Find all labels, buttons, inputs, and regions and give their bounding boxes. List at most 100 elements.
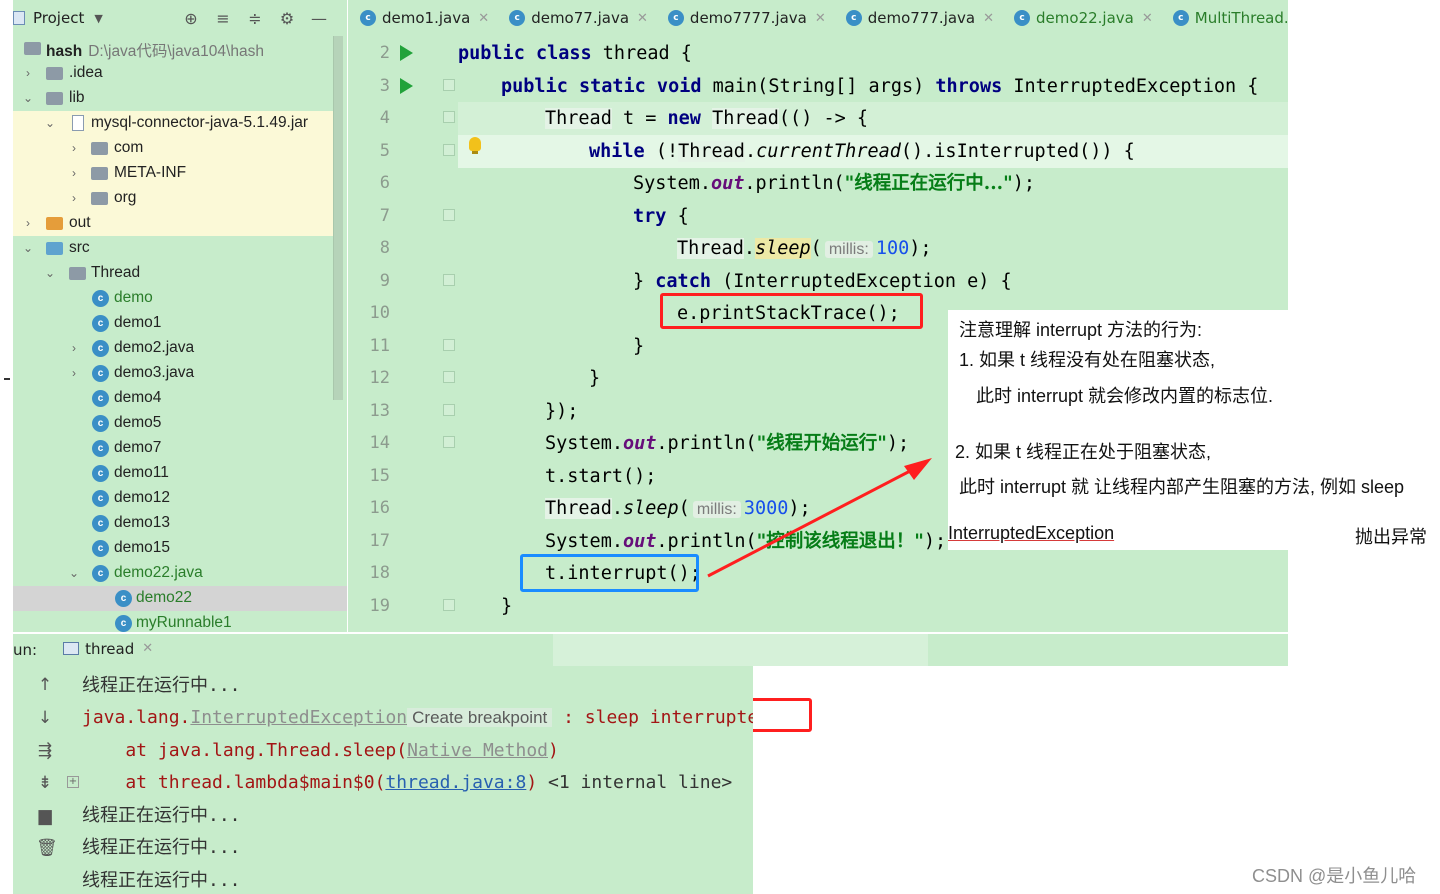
tree-item-demo5[interactable]: c demo5 — [13, 411, 333, 436]
tree-item-hash[interactable]: hash D:\java代码\java104\hash — [13, 36, 333, 61]
chevron-right-icon[interactable]: › — [68, 341, 80, 355]
class-icon: c — [92, 490, 109, 507]
fold-icon[interactable] — [443, 599, 455, 611]
chevron-right-icon[interactable]: › — [68, 191, 80, 205]
fold-icon[interactable] — [443, 209, 455, 221]
tree-item-demo13[interactable]: c demo13 — [13, 511, 333, 536]
fold-icon[interactable] — [443, 111, 455, 123]
tab-demo7777[interactable]: c demo7777.java ✕ — [656, 0, 834, 36]
tree-item-thread[interactable]: ⌄ Thread — [13, 261, 333, 286]
run-label: un: — [13, 641, 38, 659]
expand-all-icon[interactable]: ≡ — [213, 8, 233, 28]
trash-icon[interactable]: 🗑 — [36, 839, 58, 857]
console-icon — [63, 642, 80, 655]
lightbulb-icon[interactable] — [469, 137, 481, 154]
source-link[interactable]: thread.java:8 — [385, 772, 526, 793]
tree-item-demo15[interactable]: c demo15 — [13, 536, 333, 561]
native-method-link[interactable]: Native Method — [407, 740, 548, 761]
tab-label: demo77.java — [531, 9, 630, 27]
project-scrollbar[interactable] — [333, 36, 343, 400]
chevron-right-icon[interactable]: › — [68, 366, 80, 380]
tree-item-demo3[interactable]: › c demo3.java — [13, 361, 333, 386]
gear-icon[interactable]: ⚙ — [277, 8, 297, 28]
tree-item-demo22[interactable]: c demo22 — [13, 586, 347, 611]
arrow-up-icon[interactable]: ↑ — [36, 676, 54, 694]
module-folder-icon — [24, 42, 41, 55]
fold-icon[interactable] — [443, 404, 455, 416]
tab-demo1[interactable]: c demo1.java ✕ — [348, 0, 497, 36]
tree-item-demo22-java[interactable]: ⌄ c demo22.java — [13, 561, 333, 586]
fold-icon[interactable] — [443, 371, 455, 383]
line-number: 14 — [369, 433, 390, 453]
arrow-down-icon[interactable]: ↓ — [36, 709, 54, 727]
tree-item-idea[interactable]: › .idea — [13, 61, 333, 86]
fold-icon[interactable] — [443, 436, 455, 448]
fold-icon[interactable] — [443, 274, 455, 286]
chevron-right-icon[interactable]: › — [68, 166, 80, 180]
tree-item-lib[interactable]: ⌄ lib — [13, 86, 333, 111]
fold-icon[interactable] — [443, 144, 455, 156]
line-number: 17 — [369, 531, 390, 551]
expand-icon[interactable]: + — [67, 776, 79, 788]
chevron-down-icon[interactable]: ⌄ — [44, 116, 56, 130]
code-line-11: } — [633, 336, 645, 357]
close-icon[interactable]: ✕ — [478, 11, 489, 26]
console-output[interactable]: 线程正在运行中... java.lang.InterruptedExceptio… — [63, 666, 753, 894]
close-icon[interactable]: ✕ — [815, 11, 826, 26]
project-window-icon — [13, 11, 25, 25]
print-icon[interactable]: ▆ — [36, 807, 54, 825]
tree-item-org[interactable]: › org — [13, 186, 333, 211]
code-line-19: } — [501, 596, 513, 617]
tab-multithread[interactable]: c MultiThread.ja — [1161, 0, 1288, 36]
package-icon — [69, 267, 86, 280]
close-icon[interactable]: ✕ — [983, 11, 994, 26]
chevron-right-icon[interactable]: › — [68, 141, 80, 155]
line-number: 3 — [379, 76, 390, 96]
tab-demo777[interactable]: c demo777.java ✕ — [834, 0, 1002, 36]
tab-demo22[interactable]: c demo22.java ✕ — [1002, 0, 1161, 36]
run-icon[interactable] — [400, 45, 413, 61]
tree-item-jar[interactable]: ⌄ mysql-connector-java-5.1.49.jar — [13, 111, 333, 136]
collapse-all-icon[interactable]: ≑ — [245, 8, 265, 28]
tree-item-demo[interactable]: c demo — [13, 286, 333, 311]
tree-item-demo7[interactable]: c demo7 — [13, 436, 333, 461]
chevron-down-icon[interactable]: ⌄ — [44, 266, 56, 280]
tree-item-meta-inf[interactable]: › META-INF — [13, 161, 333, 186]
line-number: 5 — [379, 141, 390, 161]
fold-icon[interactable] — [443, 79, 455, 91]
tree-item-src[interactable]: ⌄ src — [13, 236, 333, 261]
locate-icon[interactable]: ⊕ — [181, 8, 201, 28]
run-toolwindow-header: un: thread ✕ — [13, 634, 1288, 666]
chevron-down-icon[interactable]: ⌄ — [22, 241, 34, 255]
tree-item-out[interactable]: › out — [13, 211, 333, 236]
create-breakpoint-link[interactable]: Create breakpoint — [407, 708, 553, 727]
close-icon[interactable]: ✕ — [142, 641, 153, 656]
tree-item-demo1[interactable]: c demo1 — [13, 311, 333, 336]
tree-item-demo2[interactable]: › c demo2.java — [13, 336, 333, 361]
tree-item-com[interactable]: › com — [13, 136, 333, 161]
tree-item-myrunnable1[interactable]: c myRunnable1 — [13, 611, 333, 632]
exception-link[interactable]: InterruptedException — [190, 707, 407, 728]
run-icon[interactable] — [400, 78, 413, 94]
scroll-to-end-icon[interactable]: ⇟ — [36, 774, 54, 792]
tab-demo77[interactable]: c demo77.java ✕ — [497, 0, 656, 36]
line-number: 19 — [369, 596, 390, 616]
chevron-down-icon[interactable]: ⌄ — [68, 566, 80, 580]
fold-icon[interactable] — [443, 339, 455, 351]
tree-item-demo12[interactable]: c demo12 — [13, 486, 333, 511]
chevron-right-icon[interactable]: › — [22, 66, 34, 80]
console-line-stack: at java.lang.Thread.sleep(Native Method) — [82, 740, 559, 761]
chevron-right-icon[interactable]: › — [22, 216, 34, 230]
project-title[interactable]: Project — [33, 9, 84, 27]
internal-lines-fold[interactable]: <1 internal line> — [537, 772, 732, 793]
chevron-down-icon[interactable]: ▼ — [94, 12, 102, 25]
close-icon[interactable]: ✕ — [1142, 11, 1153, 26]
console-line: 线程正在运行中... — [82, 870, 241, 891]
close-icon[interactable]: ✕ — [637, 11, 648, 26]
chevron-down-icon[interactable]: ⌄ — [22, 91, 34, 105]
soft-wrap-icon[interactable]: ⇶ — [36, 742, 54, 760]
run-tab-thread[interactable]: thread ✕ — [59, 634, 166, 666]
tree-item-demo4[interactable]: c demo4 — [13, 386, 333, 411]
tree-item-demo11[interactable]: c demo11 — [13, 461, 333, 486]
minimize-icon[interactable]: — — [309, 8, 329, 28]
